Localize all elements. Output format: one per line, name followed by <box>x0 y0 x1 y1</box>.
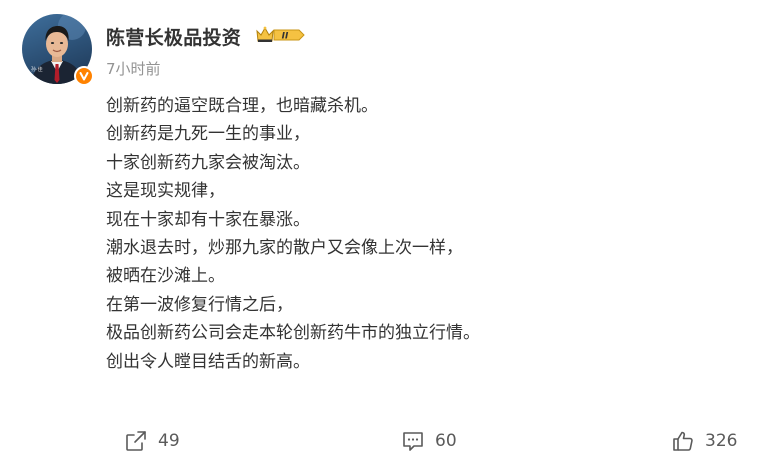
weibo-post-card: 孙·佳 陈营长极品投资 II 7小时前 创新药的逼空既合理，也暗藏杀机。 创新药… <box>0 0 766 469</box>
content-line: 在第一波修复行情之后， <box>106 294 293 315</box>
post-timestamp[interactable]: 7小时前 <box>106 58 161 79</box>
content-line: 潮水退去时，炒那九家的散户又会像上次一样， <box>106 238 463 259</box>
post-action-bar: 49 60 326 <box>0 426 766 456</box>
verified-v-icon <box>74 66 94 86</box>
repost-icon <box>126 431 146 451</box>
thumbs-up-icon <box>673 431 693 451</box>
comment-button[interactable]: 60 <box>401 426 457 456</box>
repost-button[interactable]: 49 <box>124 426 180 456</box>
content-line: 这是现实规律， <box>106 181 225 202</box>
content-line: 创出令人瞠目结舌的新高。 <box>106 351 310 372</box>
level-badge-text: II <box>282 32 289 42</box>
like-button[interactable]: 326 <box>671 426 737 456</box>
comment-icon <box>403 432 423 451</box>
repost-count: 49 <box>158 431 180 451</box>
crown-icon: II <box>256 26 305 42</box>
like-count: 326 <box>705 431 738 451</box>
content-line: 创新药的逼空既合理，也暗藏杀机。 <box>106 96 378 116</box>
member-level-badge[interactable]: II <box>254 24 306 46</box>
author-name[interactable]: 陈营长极品投资 <box>106 23 241 50</box>
content-line: 现在十家却有十家在暴涨。 <box>106 209 310 230</box>
content-line: 极品创新药公司会走本轮创新药牛市的独立行情。 <box>106 323 480 344</box>
avatar-caption: 孙·佳 <box>31 67 43 73</box>
post-content: 创新药的逼空既合理，也暗藏杀机。 创新药是九死一生的事业， 十家创新药九家会被淘… <box>106 92 746 376</box>
content-line: 创新药是九死一生的事业， <box>106 124 310 145</box>
comment-count: 60 <box>435 431 457 451</box>
content-line: 被晒在沙滩上。 <box>106 266 225 287</box>
content-line: 十家创新药九家会被淘汰。 <box>106 152 310 173</box>
